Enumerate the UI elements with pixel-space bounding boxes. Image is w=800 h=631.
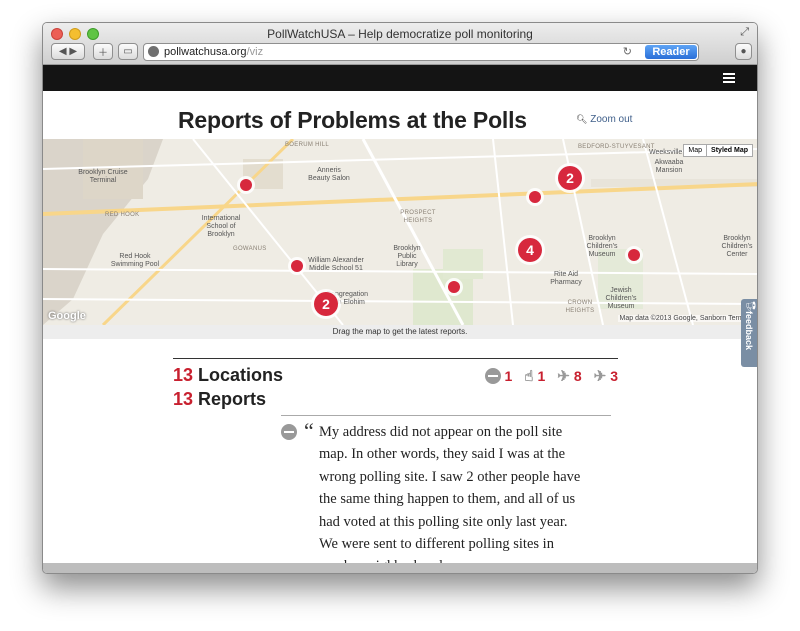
fullscreen-icon[interactable]: ⤢ [740, 26, 749, 39]
map-label: Brooklyn Cruise Terminal [78, 169, 128, 184]
quote-icon: “ [304, 418, 314, 443]
map-label: Akwaaba Mansion [654, 159, 684, 174]
map-label: Brooklyn Public Library [393, 245, 421, 268]
menu-icon[interactable] [723, 73, 735, 85]
window-title: PollWatchUSA – Help democratize poll mon… [267, 27, 533, 41]
cluster-marker[interactable]: 2 [558, 166, 582, 190]
drag-hint: Drag the map to get the latest reports. [43, 325, 757, 339]
window-bottom-edge [43, 563, 757, 573]
map-label: Weeksville [649, 149, 683, 156]
reports-count: 13 Reports [173, 389, 267, 409]
feedback-tab[interactable]: 📢︎ feedback [741, 299, 757, 367]
url-text[interactable]: pollwatchusa.org/viz [164, 46, 263, 58]
page-header: Reports of Problems at the Polls 🔍︎ Zoom… [43, 91, 757, 139]
map-label: BOERUM HILL [285, 142, 329, 148]
no-entry-icon [281, 424, 297, 440]
cluster-marker[interactable]: 4 [518, 238, 542, 262]
cluster-marker[interactable]: 2 [314, 292, 338, 316]
map-label: GOWANUS [233, 246, 267, 252]
map-attribution[interactable]: Map data ©2013 Google, Sanborn Terms o [617, 315, 755, 322]
map-label: Rite Aid Pharmacy [550, 271, 582, 286]
filter-hand[interactable]: ☝︎ 1 [524, 367, 545, 385]
map-label: Brooklyn Children's Museum [586, 235, 618, 258]
map-label: International School of Brooklyn [201, 215, 241, 238]
plus-icon: ＋ [98, 48, 108, 59]
report-stats: 13 Locations 13 Reports 1 ☝︎ 1 ✈︎ 8 ✈︎ 3 [173, 358, 618, 409]
report-marker[interactable] [240, 179, 252, 191]
map-label: Jewish Children's Museum [605, 287, 637, 310]
report-marker[interactable] [291, 260, 303, 272]
report-marker[interactable] [628, 249, 640, 261]
map-type-map-button[interactable]: Map [684, 145, 706, 156]
map[interactable]: BOERUM HILL BEDFORD-STUYVESANT Brooklyn … [43, 139, 757, 325]
download-icon: ● [740, 46, 747, 57]
back-icon[interactable]: ◀ [59, 46, 67, 57]
magnifier-icon: 🔍︎ [576, 114, 588, 124]
address-bar[interactable]: pollwatchusa.org/viz ↻ Reader [143, 43, 699, 61]
site-navbar [43, 65, 757, 91]
report-marker[interactable] [529, 191, 541, 203]
reading-list-button[interactable]: ▭ [118, 43, 138, 60]
no-entry-icon [484, 368, 501, 384]
reader-button[interactable]: Reader [645, 45, 697, 59]
map-type-styled-button[interactable]: Styled Map [706, 145, 752, 156]
map-label: William Alexander Middle School 51 [308, 257, 364, 272]
google-logo[interactable]: Google [48, 310, 86, 322]
map-type-control: Map Styled Map [683, 144, 753, 157]
hand-icon: ☝︎ [524, 368, 534, 385]
forward-icon[interactable]: ▶ [69, 46, 77, 57]
tray-icon: ▭ [123, 46, 133, 57]
filter-blocked[interactable]: 1 [484, 367, 512, 385]
filter-machine[interactable]: ✈︎ 8 [557, 367, 581, 385]
map-label: Red Hook Swimming Pool [110, 253, 160, 268]
new-tab-button[interactable]: ＋ [93, 43, 113, 60]
zoom-out-link[interactable]: 🔍︎ Zoom out [576, 114, 632, 125]
back-forward-buttons[interactable]: ◀ ▶ [51, 43, 85, 60]
report-marker[interactable] [448, 281, 460, 293]
map-label: CROWN HEIGHTS [565, 300, 595, 314]
map-label: Anneris Beauty Salon [308, 167, 350, 182]
tool-icon: ✈︎ [593, 368, 607, 385]
reload-icon[interactable]: ↻ [623, 45, 632, 58]
browser-window: PollWatchUSA – Help democratize poll mon… [42, 22, 758, 574]
problem-type-counts: 1 ☝︎ 1 ✈︎ 8 ✈︎ 3 [484, 367, 618, 385]
globe-icon [148, 46, 159, 57]
map-label: Brooklyn Children's Center [721, 235, 753, 258]
locations-count: 13 Locations [173, 365, 284, 385]
downloads-button[interactable]: ● [735, 43, 752, 60]
map-label: PROSPECT HEIGHTS [400, 210, 436, 224]
title-bar: PollWatchUSA – Help democratize poll mon… [43, 23, 757, 65]
map-label: RED HOOK [105, 212, 140, 218]
map-label: BEDFORD-STUYVESANT [578, 144, 655, 150]
report-divider [281, 415, 611, 416]
page-title: Reports of Problems at the Polls [178, 107, 527, 133]
wrench-icon: ✈︎ [557, 368, 570, 385]
report-text: My address did not appear on the poll si… [319, 424, 581, 573]
filter-other[interactable]: ✈︎ 3 [594, 367, 618, 385]
